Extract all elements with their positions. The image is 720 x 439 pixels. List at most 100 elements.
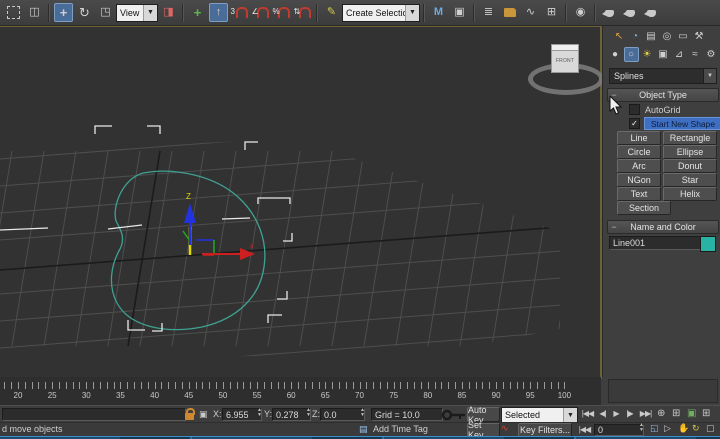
zoom-region-icon[interactable]: ◱ [650, 423, 659, 434]
timeline-frame-label: 95 [522, 391, 538, 400]
select-and-manipulate-icon[interactable]: + [188, 3, 207, 22]
named-selection-set-combo[interactable]: Create Selection Se ▼ [342, 4, 420, 22]
line-button[interactable]: Line [617, 131, 661, 145]
rectangle-button[interactable]: Rectangle [663, 131, 717, 145]
key-filters-button[interactable]: Key Filters... [518, 423, 572, 437]
schematic-view-icon[interactable]: ⊞ [542, 3, 561, 22]
display-tab-icon[interactable]: ▭ [676, 29, 691, 44]
arc-button[interactable]: Arc [617, 159, 661, 173]
star-button[interactable]: Star [663, 173, 717, 187]
play-button[interactable]: ▶ [611, 407, 621, 420]
helpers-category-icon[interactable]: ⊿ [672, 47, 687, 62]
mirror-icon[interactable]: M [429, 3, 448, 22]
absolute-offset-toggle-icon[interactable]: ▣ [199, 409, 208, 420]
geometry-category-icon[interactable]: ● [608, 47, 623, 62]
render-setup-icon[interactable] [600, 3, 619, 22]
frame-spinner[interactable]: ▲▼ [638, 423, 645, 434]
percent-snap-icon[interactable]: % [272, 3, 291, 22]
x-spinner[interactable]: ▲▼ [256, 408, 263, 419]
viewcube[interactable]: FRONT [551, 49, 579, 73]
render-production-icon[interactable] [642, 3, 661, 22]
name-and-color-rollout-header[interactable]: −Name and Color [607, 220, 719, 234]
current-frame-field[interactable]: 0 [594, 424, 644, 436]
pan-icon[interactable]: ▷ [664, 423, 671, 434]
go-to-end-button[interactable]: ▶▶| [638, 407, 653, 420]
window-crossing-icon[interactable]: ◫ [25, 3, 44, 22]
select-rotate-icon[interactable]: ↻ [75, 3, 94, 22]
select-move-icon[interactable]: + [54, 3, 73, 22]
set-keys-key-icon[interactable] [441, 409, 467, 421]
z-spinner[interactable]: ▲▼ [359, 408, 366, 419]
utilities-tab-icon[interactable]: ⚒ [692, 29, 707, 44]
selection-lock-icon[interactable] [185, 413, 194, 420]
chevron-down-icon[interactable]: ▼ [563, 408, 577, 422]
text-button[interactable]: Text [617, 187, 661, 201]
zoom-extents-all-icon[interactable]: ⊞ [702, 408, 710, 419]
object-name-field[interactable]: Line001 [609, 236, 703, 250]
systems-category-icon[interactable]: ⚙ [704, 47, 719, 62]
curve-editor-icon[interactable]: ∿ [521, 3, 540, 22]
align-icon[interactable]: ▣ [450, 3, 469, 22]
object-color-swatch[interactable] [700, 236, 716, 252]
chevron-down-icon[interactable]: ▼ [143, 5, 157, 21]
ngon-button[interactable]: NGon [617, 173, 661, 187]
viewport-canvas[interactable]: Zx [0, 27, 600, 378]
go-to-start-button[interactable]: |◀◀ [580, 407, 595, 420]
motion-tab-icon[interactable]: ◎ [660, 29, 675, 44]
selection-set-filter-combo[interactable]: Selected ▼ [501, 407, 578, 423]
zoom-all-icon[interactable]: ⊞ [672, 408, 680, 419]
hierarchy-tab-icon[interactable]: ▤ [644, 29, 659, 44]
timeline-tick [517, 382, 518, 389]
donut-button[interactable]: Donut [663, 159, 717, 173]
orbit-icon[interactable]: ↻ [692, 423, 700, 434]
chevron-down-icon[interactable]: ▼ [405, 5, 419, 21]
start-new-shape-button[interactable]: Start New Shape [644, 117, 720, 130]
y-spinner[interactable]: ▲▼ [305, 408, 312, 419]
modify-tab-icon[interactable]: ◔ [628, 29, 643, 44]
previous-frame-button[interactable]: ◀| [597, 407, 608, 420]
track-bar-timeline[interactable]: 20253035404550556065707580859095100 [0, 377, 601, 406]
use-pivot-point-center-icon[interactable]: ◨ [159, 3, 178, 22]
material-editor-icon[interactable]: ◉ [571, 3, 590, 22]
reference-coordinate-system-combo[interactable]: View ▼ [116, 4, 158, 22]
timeline-tick [394, 382, 395, 389]
helix-button[interactable]: Helix [663, 187, 717, 201]
ellipse-button[interactable]: Ellipse [663, 145, 717, 159]
timeline-tick [237, 382, 238, 389]
maximize-viewport-icon[interactable]: ▢ [706, 423, 715, 434]
snaps-toggle-icon[interactable]: ↑ [209, 3, 228, 22]
cameras-category-icon[interactable]: ▣ [656, 47, 671, 62]
snap-3d-icon[interactable]: 3 [230, 3, 249, 22]
zoom-extents-icon[interactable]: ▣ [687, 408, 696, 419]
rectangular-selection-region-icon[interactable] [4, 3, 23, 22]
spline-category-combo[interactable]: Splines ▼ [609, 68, 717, 84]
edit-named-selection-sets-icon[interactable]: ✎ [322, 3, 341, 22]
spacewarps-category-icon[interactable]: ≈ [688, 47, 703, 62]
select-scale-icon[interactable]: ◳ [96, 3, 115, 22]
rendered-frame-window-icon[interactable] [621, 3, 640, 22]
time-tag-icon[interactable]: ▤ [359, 424, 368, 435]
shapes-category-icon[interactable]: ○ [624, 47, 639, 62]
create-tab-icon[interactable]: ↖ [612, 29, 627, 44]
chevron-down-icon[interactable]: ▼ [703, 69, 716, 83]
angle-snap-icon[interactable]: ∠ [251, 3, 270, 22]
key-mode-toggle[interactable]: |◀◀ [577, 423, 592, 436]
object-type-rollout-header[interactable]: −Object Type [607, 88, 719, 102]
timeline-tick [175, 382, 176, 389]
status-prompt-field[interactable] [2, 408, 186, 421]
add-time-tag-label[interactable]: Add Time Tag [373, 424, 428, 434]
pan-hand-icon[interactable]: ✋ [678, 423, 689, 434]
zoom-icon[interactable]: ⊕ [657, 408, 665, 419]
start-new-shape-checkbox[interactable]: ✓ [629, 118, 640, 129]
lights-category-icon[interactable]: ☀ [640, 47, 655, 62]
section-button[interactable]: Section [617, 201, 671, 215]
perspective-viewport[interactable]: Zx FRONT [0, 26, 602, 379]
spinner-snap-icon[interactable]: ⇅ [293, 3, 312, 22]
set-key-button[interactable]: Set Key [467, 423, 500, 437]
layer-manager-icon[interactable]: ≣ [479, 3, 498, 22]
autogrid-checkbox[interactable] [629, 104, 640, 115]
set-key-curve-icon[interactable]: ∿ [501, 423, 509, 434]
circle-button[interactable]: Circle [617, 145, 661, 159]
next-frame-button[interactable]: |▶ [624, 407, 635, 420]
scene-explorer-icon[interactable] [500, 3, 519, 22]
